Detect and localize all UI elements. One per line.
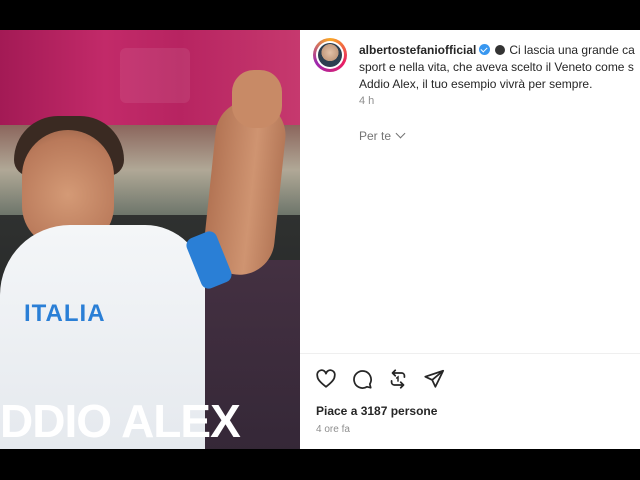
post-photo[interactable]: ITALIA DDIO ALEX [0, 30, 300, 449]
caption-line-1: albertostefaniofficial Ci lascia una gran… [359, 42, 640, 59]
like-count[interactable]: Piace a 3187 persone [316, 404, 437, 418]
post-side-panel: albertostefaniofficial Ci lascia una gran… [300, 30, 640, 449]
heart-icon[interactable] [314, 367, 338, 391]
divider [300, 353, 640, 354]
black-circle-emoji-icon [495, 45, 506, 55]
post-date: 4 ore fa [316, 424, 350, 435]
translation-label: Per te [359, 129, 392, 143]
verified-badge-icon [479, 44, 491, 55]
jersey-text: ITALIA [24, 300, 106, 327]
avatar-ring-inner [316, 41, 344, 69]
letterbox-bottom [0, 449, 640, 480]
athlete-fist [232, 70, 282, 128]
photo-overlay-title: DDIO ALEX [0, 395, 241, 447]
caption-line-2: sport e nella vita, che aveva scelto il … [359, 60, 634, 74]
translation-toggle[interactable]: Per te [359, 128, 406, 143]
post-time[interactable]: 4 h [359, 95, 374, 107]
avatar-image [318, 43, 342, 67]
avatar[interactable] [313, 38, 347, 72]
post-caption: albertostefaniofficial Ci lascia una gran… [359, 42, 640, 93]
share-icon[interactable] [422, 367, 446, 391]
username-link[interactable]: albertostefaniofficial [359, 43, 476, 57]
repost-icon[interactable] [386, 367, 410, 391]
comment-icon[interactable] [350, 367, 374, 391]
letterbox-top [0, 0, 640, 30]
banner-logo [120, 48, 190, 103]
caption-line-3: Addio Alex, il tuo esempio vivrà per sem… [359, 77, 593, 91]
chevron-down-icon [395, 128, 406, 139]
caption-text-1: Ci lascia una grande ca [509, 43, 635, 57]
